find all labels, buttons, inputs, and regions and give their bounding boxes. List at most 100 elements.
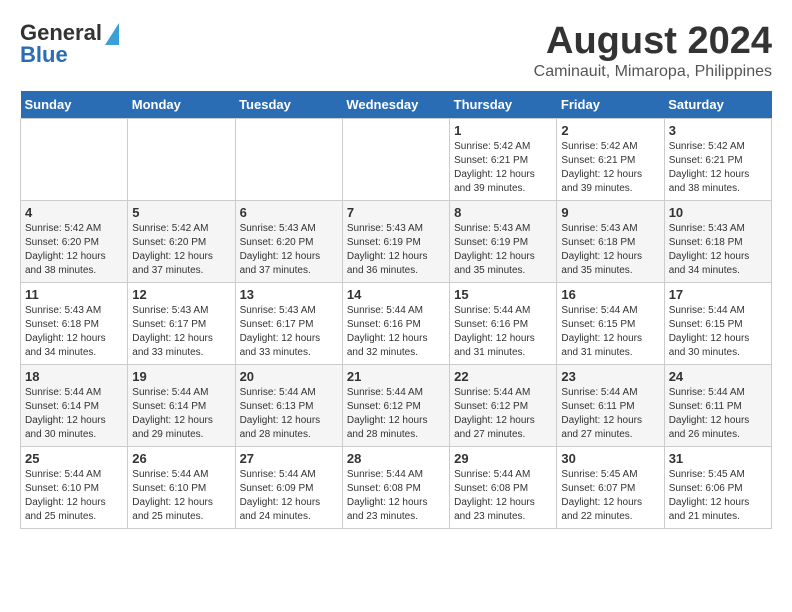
day-info: Sunrise: 5:42 AM Sunset: 6:20 PM Dayligh… — [25, 222, 123, 278]
day-number: 19 — [132, 369, 230, 384]
day-info: Sunrise: 5:43 AM Sunset: 6:18 PM Dayligh… — [561, 222, 659, 278]
header-saturday: Saturday — [664, 91, 771, 119]
calendar-cell: 13 Sunrise: 5:43 AM Sunset: 6:17 PM Dayli… — [235, 283, 342, 365]
logo-blue: Blue — [20, 42, 68, 68]
calendar-week-row: 1Sunrise: 5:42 AM Sunset: 6:21 PM Daylig… — [21, 119, 772, 201]
calendar-cell: 2Sunrise: 5:42 AM Sunset: 6:21 PM Daylig… — [557, 119, 664, 201]
day-number: 10 — [669, 205, 767, 220]
calendar-cell — [128, 119, 235, 201]
day-info: Sunrise: 5:42 AM Sunset: 6:21 PM Dayligh… — [561, 140, 659, 196]
calendar-cell: 30 Sunrise: 5:45 AM Sunset: 6:07 PM Dayli… — [557, 447, 664, 529]
day-number: 25 — [25, 451, 123, 466]
calendar-week-row: 18Sunrise: 5:44 AM Sunset: 6:14 PM Dayli… — [21, 365, 772, 447]
header-monday: Monday — [128, 91, 235, 119]
calendar-cell: 20 Sunrise: 5:44 AM Sunset: 6:13 PM Dayli… — [235, 365, 342, 447]
calendar-cell: 4 Sunrise: 5:42 AM Sunset: 6:20 PM Daylig… — [21, 201, 128, 283]
calendar-cell — [235, 119, 342, 201]
calendar-cell: 17 Sunrise: 5:44 AM Sunset: 6:15 PM Dayli… — [664, 283, 771, 365]
day-info: Sunrise: 5:45 AM Sunset: 6:06 PM Dayligh… — [669, 468, 767, 524]
day-number: 13 — [240, 287, 338, 302]
day-info: Sunrise: 5:42 AM Sunset: 6:21 PM Dayligh… — [454, 140, 552, 196]
calendar-cell: 24Sunrise: 5:44 AM Sunset: 6:11 PM Dayli… — [664, 365, 771, 447]
day-number: 6 — [240, 205, 338, 220]
day-number: 30 — [561, 451, 659, 466]
day-number: 28 — [347, 451, 445, 466]
day-info: Sunrise: 5:42 AM Sunset: 6:21 PM Dayligh… — [669, 140, 767, 196]
day-number: 4 — [25, 205, 123, 220]
calendar-table: SundayMondayTuesdayWednesdayThursdayFrid… — [20, 91, 772, 529]
calendar-cell: 5 Sunrise: 5:42 AM Sunset: 6:20 PM Daylig… — [128, 201, 235, 283]
calendar-cell: 9Sunrise: 5:43 AM Sunset: 6:18 PM Daylig… — [557, 201, 664, 283]
calendar-cell: 3 Sunrise: 5:42 AM Sunset: 6:21 PM Daylig… — [664, 119, 771, 201]
header-thursday: Thursday — [450, 91, 557, 119]
calendar-cell: 10 Sunrise: 5:43 AM Sunset: 6:18 PM Dayli… — [664, 201, 771, 283]
calendar-cell: 8Sunrise: 5:43 AM Sunset: 6:19 PM Daylig… — [450, 201, 557, 283]
calendar-header-row: SundayMondayTuesdayWednesdayThursdayFrid… — [21, 91, 772, 119]
day-number: 5 — [132, 205, 230, 220]
day-info: Sunrise: 5:43 AM Sunset: 6:20 PM Dayligh… — [240, 222, 338, 278]
day-number: 23 — [561, 369, 659, 384]
logo-triangle-icon — [105, 23, 119, 45]
day-info: Sunrise: 5:44 AM Sunset: 6:15 PM Dayligh… — [561, 304, 659, 360]
day-number: 15 — [454, 287, 552, 302]
day-number: 3 — [669, 123, 767, 138]
day-number: 27 — [240, 451, 338, 466]
calendar-cell: 21 Sunrise: 5:44 AM Sunset: 6:12 PM Dayli… — [342, 365, 449, 447]
day-info: Sunrise: 5:42 AM Sunset: 6:20 PM Dayligh… — [132, 222, 230, 278]
header-wednesday: Wednesday — [342, 91, 449, 119]
day-number: 17 — [669, 287, 767, 302]
day-info: Sunrise: 5:44 AM Sunset: 6:08 PM Dayligh… — [454, 468, 552, 524]
day-info: Sunrise: 5:43 AM Sunset: 6:18 PM Dayligh… — [669, 222, 767, 278]
day-info: Sunrise: 5:44 AM Sunset: 6:11 PM Dayligh… — [561, 386, 659, 442]
day-number: 16 — [561, 287, 659, 302]
day-info: Sunrise: 5:43 AM Sunset: 6:17 PM Dayligh… — [132, 304, 230, 360]
day-number: 31 — [669, 451, 767, 466]
day-info: Sunrise: 5:44 AM Sunset: 6:08 PM Dayligh… — [347, 468, 445, 524]
calendar-cell: 1Sunrise: 5:42 AM Sunset: 6:21 PM Daylig… — [450, 119, 557, 201]
day-number: 22 — [454, 369, 552, 384]
day-info: Sunrise: 5:44 AM Sunset: 6:11 PM Dayligh… — [669, 386, 767, 442]
day-info: Sunrise: 5:43 AM Sunset: 6:17 PM Dayligh… — [240, 304, 338, 360]
day-number: 7 — [347, 205, 445, 220]
calendar-cell: 6 Sunrise: 5:43 AM Sunset: 6:20 PM Daylig… — [235, 201, 342, 283]
calendar-cell — [342, 119, 449, 201]
day-info: Sunrise: 5:44 AM Sunset: 6:12 PM Dayligh… — [347, 386, 445, 442]
day-number: 18 — [25, 369, 123, 384]
header-sunday: Sunday — [21, 91, 128, 119]
calendar-week-row: 11 Sunrise: 5:43 AM Sunset: 6:18 PM Dayli… — [21, 283, 772, 365]
calendar-cell: 18Sunrise: 5:44 AM Sunset: 6:14 PM Dayli… — [21, 365, 128, 447]
calendar-cell: 29 Sunrise: 5:44 AM Sunset: 6:08 PM Dayli… — [450, 447, 557, 529]
day-number: 21 — [347, 369, 445, 384]
day-info: Sunrise: 5:45 AM Sunset: 6:07 PM Dayligh… — [561, 468, 659, 524]
calendar-cell: 14Sunrise: 5:44 AM Sunset: 6:16 PM Dayli… — [342, 283, 449, 365]
day-info: Sunrise: 5:44 AM Sunset: 6:15 PM Dayligh… — [669, 304, 767, 360]
calendar-cell: 12 Sunrise: 5:43 AM Sunset: 6:17 PM Dayli… — [128, 283, 235, 365]
calendar-cell: 28 Sunrise: 5:44 AM Sunset: 6:08 PM Dayli… — [342, 447, 449, 529]
day-number: 8 — [454, 205, 552, 220]
day-number: 12 — [132, 287, 230, 302]
calendar-cell: 22Sunrise: 5:44 AM Sunset: 6:12 PM Dayli… — [450, 365, 557, 447]
calendar-cell — [21, 119, 128, 201]
day-number: 14 — [347, 287, 445, 302]
day-info: Sunrise: 5:43 AM Sunset: 6:18 PM Dayligh… — [25, 304, 123, 360]
day-info: Sunrise: 5:43 AM Sunset: 6:19 PM Dayligh… — [347, 222, 445, 278]
day-number: 26 — [132, 451, 230, 466]
calendar-week-row: 25 Sunrise: 5:44 AM Sunset: 6:10 PM Dayli… — [21, 447, 772, 529]
day-number: 29 — [454, 451, 552, 466]
day-info: Sunrise: 5:44 AM Sunset: 6:16 PM Dayligh… — [454, 304, 552, 360]
day-number: 11 — [25, 287, 123, 302]
day-info: Sunrise: 5:44 AM Sunset: 6:10 PM Dayligh… — [25, 468, 123, 524]
calendar-cell: 16 Sunrise: 5:44 AM Sunset: 6:15 PM Dayli… — [557, 283, 664, 365]
page-subtitle: Caminauit, Mimaropa, Philippines — [534, 63, 772, 81]
day-info: Sunrise: 5:44 AM Sunset: 6:13 PM Dayligh… — [240, 386, 338, 442]
header-friday: Friday — [557, 91, 664, 119]
calendar-cell: 11 Sunrise: 5:43 AM Sunset: 6:18 PM Dayli… — [21, 283, 128, 365]
logo: General Blue — [20, 20, 119, 68]
title-section: August 2024 Caminauit, Mimaropa, Philipp… — [534, 20, 772, 81]
day-number: 20 — [240, 369, 338, 384]
calendar-cell: 19Sunrise: 5:44 AM Sunset: 6:14 PM Dayli… — [128, 365, 235, 447]
calendar-cell: 27Sunrise: 5:44 AM Sunset: 6:09 PM Dayli… — [235, 447, 342, 529]
calendar-week-row: 4 Sunrise: 5:42 AM Sunset: 6:20 PM Daylig… — [21, 201, 772, 283]
calendar-cell: 26Sunrise: 5:44 AM Sunset: 6:10 PM Dayli… — [128, 447, 235, 529]
calendar-cell: 23 Sunrise: 5:44 AM Sunset: 6:11 PM Dayli… — [557, 365, 664, 447]
